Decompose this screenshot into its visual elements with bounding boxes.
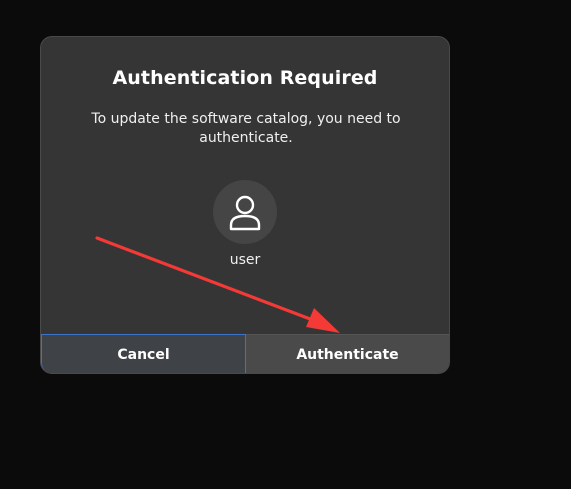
dialog-message: To update the software catalog, you need…	[91, 111, 401, 146]
authenticate-button[interactable]: Authenticate	[246, 334, 449, 373]
dialog-title: Authentication Required	[112, 67, 378, 89]
cancel-button[interactable]: Cancel	[41, 334, 246, 373]
dialog-button-row: Cancel Authenticate	[41, 334, 449, 373]
cancel-button-label: Cancel	[117, 346, 170, 363]
user-avatar	[213, 180, 277, 244]
user-name: user	[229, 252, 261, 268]
authenticate-button-label: Authenticate	[296, 347, 399, 363]
user-icon	[229, 195, 261, 231]
desktop-background: Authentication Required To update the so…	[0, 0, 571, 489]
authentication-dialog: Authentication Required To update the so…	[40, 36, 450, 374]
